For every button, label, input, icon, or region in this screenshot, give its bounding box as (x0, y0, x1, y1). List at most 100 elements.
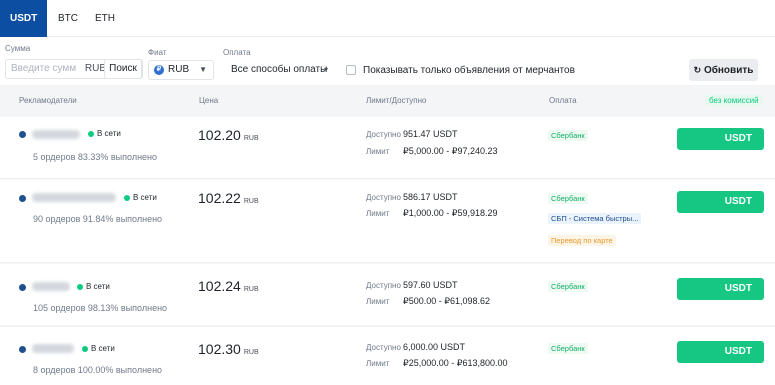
advertiser-name-blurred (32, 282, 70, 291)
amount-placeholder: Введите сумм (11, 63, 77, 74)
merchants-only-label[interactable]: Показывать только объявления от мерчанто… (363, 65, 575, 76)
orders-count: 8 ордеров (33, 365, 76, 375)
payment-method-badge: Сбербанк (548, 193, 588, 204)
ruble-icon: ₽ (154, 65, 164, 75)
limit-value: ₽1,000.00 - ₽59,918.29 (403, 208, 498, 218)
available-value: 597.60 USDT (403, 280, 458, 290)
amount-label: Сумма (5, 44, 31, 53)
limit-label: Лимит (366, 359, 390, 368)
available-label: Доступно (366, 130, 401, 139)
completion-rate: 83.33% выполнено (77, 152, 158, 162)
header-payment: Оплата (549, 96, 577, 105)
advertiser-stats: 5 ордеров 83.33% выполнено (33, 152, 157, 162)
payment-method-badge: Сбербанк (548, 281, 588, 292)
online-status: В сети (86, 282, 110, 291)
payment-select[interactable]: Все способы оплаты ▾ (223, 60, 331, 80)
limit-value: ₽25,000.00 - ₽613,800.00 (403, 358, 508, 368)
verified-icon (19, 195, 26, 202)
payment-method-badge: СБП - Система быстры... (548, 213, 642, 224)
refresh-icon: ↻ (693, 65, 702, 75)
limit-label: Лимит (366, 147, 390, 156)
tab-eth[interactable]: ETH (95, 0, 115, 37)
limit-label: Лимит (366, 209, 390, 218)
online-status: В сети (133, 193, 157, 202)
buy-button[interactable]: USDT (677, 341, 764, 363)
price: 102.30 RUB (198, 341, 259, 357)
refresh-label: Обновить (703, 65, 754, 76)
table-header: Рекламодатели Цена Лимит/Доступно Оплата… (0, 85, 775, 117)
payment-method-badge: Сбербанк (548, 343, 588, 354)
chevron-down-icon: ▼ (199, 65, 207, 74)
advertiser-stats: 8 ордеров 100.00% выполнено (33, 365, 162, 375)
table-row: В сети 5 ордеров 83.33% выполнено 102.20… (0, 117, 775, 179)
limit-value: ₽5,000.00 - ₽97,240.23 (403, 146, 498, 156)
payment-method-badge: Сбербанк (548, 130, 588, 141)
orders-count: 90 ордеров (33, 214, 81, 224)
price-currency: RUB (243, 286, 259, 293)
available-value: 6,000.00 USDT (403, 342, 466, 352)
online-status: В сети (97, 129, 121, 138)
limit-value: ₽500.00 - ₽61,098.62 (403, 296, 491, 306)
buy-button[interactable]: USDT (677, 278, 764, 300)
amount-input[interactable]: Введите сумм RUB Поиск (5, 59, 143, 79)
price-currency: RUB (243, 135, 259, 142)
online-dot-icon (82, 346, 88, 352)
completion-rate: 100.00% выполнено (77, 365, 163, 375)
asset-tabs: USDT BTC ETH (0, 0, 775, 37)
price-currency: RUB (243, 349, 259, 356)
verified-icon (19, 131, 26, 138)
advertiser-name-blurred (32, 344, 74, 353)
tab-btc[interactable]: BTC (58, 0, 78, 37)
amount-currency: RUB (84, 63, 106, 74)
price-value: 102.24 (198, 278, 241, 294)
completion-rate: 91.84% выполнено (82, 214, 163, 224)
price-value: 102.22 (198, 190, 241, 206)
verified-icon (19, 346, 26, 353)
table-row: В сети 105 ордеров 98.13% выполнено 102.… (0, 264, 775, 326)
online-dot-icon (88, 131, 94, 137)
completion-rate: 98.13% выполнено (87, 303, 168, 313)
available-label: Доступно (366, 343, 401, 352)
tab-usdt[interactable]: USDT (0, 0, 48, 37)
orders-count: 105 ордеров (33, 303, 86, 313)
price: 102.20 RUB (198, 127, 259, 143)
no-fee-badge: без комиссий (706, 95, 762, 106)
available-value: 586.17 USDT (403, 192, 458, 202)
advertiser-name-blurred (32, 130, 80, 139)
advertiser-name-blurred (32, 193, 116, 202)
header-price: Цена (199, 96, 219, 105)
price: 102.22 RUB (198, 190, 259, 206)
chevron-down-icon: ▾ (323, 65, 328, 74)
header-advertiser: Рекламодатели (19, 96, 77, 105)
refresh-button[interactable]: ↻ Обновить (689, 59, 758, 81)
available-label: Доступно (366, 193, 401, 202)
available-value: 951.47 USDT (403, 129, 458, 139)
verified-icon (19, 284, 26, 291)
filter-bar: Сумма Введите сумм RUB Поиск Фиат ₽ RUB … (0, 37, 775, 85)
advertiser-stats: 105 ордеров 98.13% выполнено (33, 303, 167, 313)
advertiser-stats: 90 ордеров 91.84% выполнено (33, 214, 162, 224)
price-currency: RUB (243, 198, 259, 205)
fiat-label: Фиат (148, 48, 167, 57)
table-row: В сети 8 ордеров 100.00% выполнено 102.3… (0, 327, 775, 385)
search-button[interactable]: Поиск (104, 59, 142, 79)
online-dot-icon (124, 195, 130, 201)
buy-button[interactable]: USDT (677, 128, 764, 150)
payment-method-badge: Перевод по карте (548, 235, 616, 246)
online-status: В сети (91, 344, 115, 353)
table-row: В сети 90 ордеров 91.84% выполнено 102.2… (0, 180, 775, 263)
price: 102.24 RUB (198, 278, 259, 294)
orders-count: 5 ордеров (33, 152, 76, 162)
price-value: 102.20 (198, 127, 241, 143)
buy-button[interactable]: USDT (677, 191, 764, 213)
online-dot-icon (77, 284, 83, 290)
merchants-only-checkbox[interactable] (346, 65, 356, 75)
fiat-select[interactable]: ₽ RUB ▼ (148, 60, 214, 80)
price-value: 102.30 (198, 341, 241, 357)
payment-label: Оплата (223, 48, 251, 57)
available-label: Доступно (366, 281, 401, 290)
header-limit: Лимит/Доступно (366, 96, 427, 105)
fiat-value: RUB (168, 64, 190, 75)
limit-label: Лимит (366, 297, 390, 306)
payment-value: Все способы оплаты (231, 64, 328, 75)
